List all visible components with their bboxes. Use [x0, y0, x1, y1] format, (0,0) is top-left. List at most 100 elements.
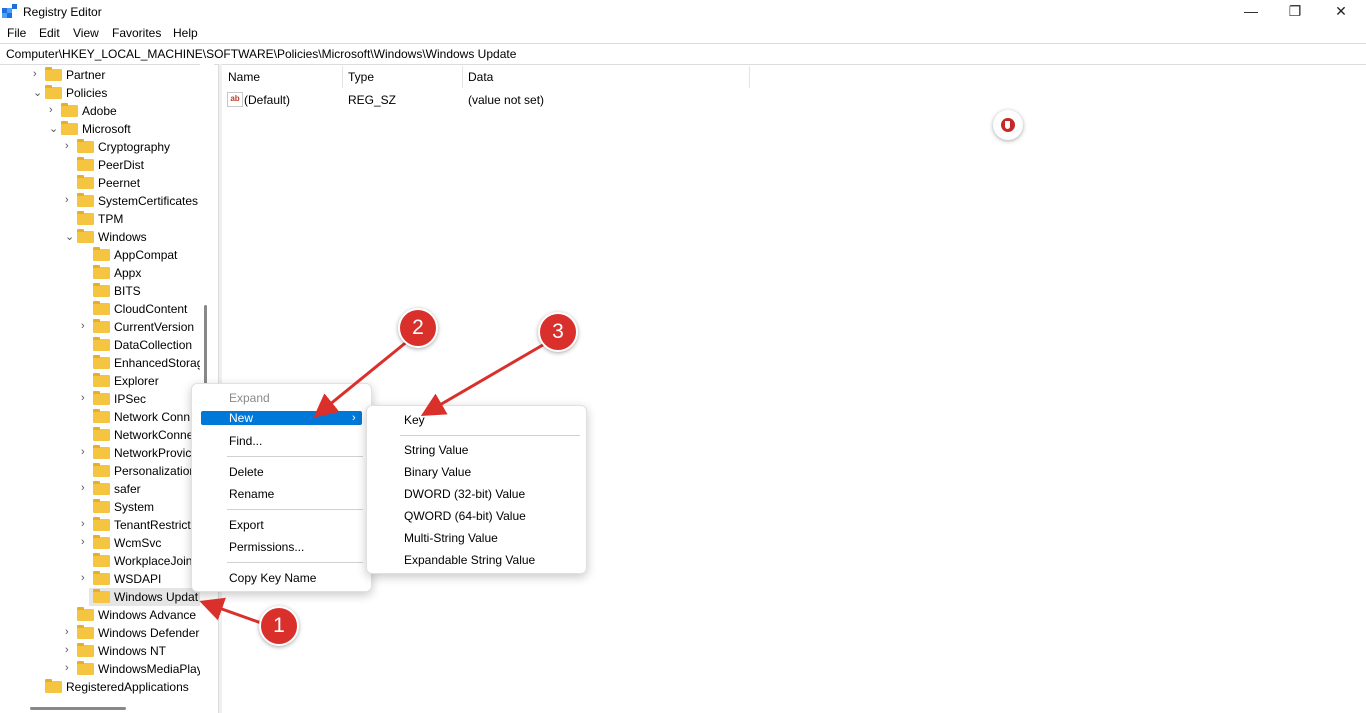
submenu-key[interactable]: Key [404, 412, 425, 428]
menu-view[interactable]: View [73, 26, 99, 40]
folder-icon [93, 481, 110, 495]
submenu-multi-string-value[interactable]: Multi-String Value [404, 530, 498, 546]
submenu-string-value[interactable]: String Value [404, 442, 468, 458]
submenu-dword-value[interactable]: DWORD (32-bit) Value [404, 486, 525, 502]
tree-item[interactable]: ⌄ Windows [0, 228, 202, 246]
tree-item[interactable]: PeerDist [0, 156, 202, 174]
chevron-right-icon[interactable]: › [81, 482, 91, 494]
column-header-name[interactable]: Name [228, 70, 260, 84]
tree-item[interactable]: System [0, 498, 202, 516]
tree-item[interactable]: ⌄ Policies [0, 84, 202, 102]
tree-item[interactable]: Network Conn [0, 408, 202, 426]
tree-item[interactable]: DataCollection [0, 336, 202, 354]
folder-icon [93, 373, 110, 387]
tree-item-label: Partner [66, 68, 106, 82]
menu-permissions[interactable]: Permissions... [229, 539, 304, 555]
tree-item[interactable]: › TenantRestricti [0, 516, 202, 534]
close-button[interactable]: ✕ [1318, 0, 1364, 24]
tree-item[interactable]: ⌄ Microsoft [0, 120, 202, 138]
tree-item[interactable]: › WSDAPI [0, 570, 202, 588]
chevron-down-icon[interactable]: ⌄ [49, 122, 59, 135]
tree-item[interactable]: › Partner [0, 66, 202, 84]
shield-badge-icon[interactable] [993, 110, 1023, 140]
tree-item[interactable]: › NetworkProvic [0, 444, 202, 462]
chevron-right-icon[interactable]: › [65, 644, 75, 656]
menu-delete[interactable]: Delete [229, 464, 264, 480]
submenu-expandable-string-value[interactable]: Expandable String Value [404, 552, 535, 568]
chevron-right-icon[interactable]: › [65, 626, 75, 638]
chevron-right-icon[interactable]: › [65, 140, 75, 152]
tree-item[interactable]: TPM [0, 210, 202, 228]
chevron-right-icon[interactable]: › [81, 572, 91, 584]
tree-item[interactable]: CloudContent [0, 300, 202, 318]
column-header-type[interactable]: Type [348, 70, 374, 84]
menu-edit[interactable]: Edit [39, 26, 60, 40]
tree-item[interactable]: WorkplaceJoin [0, 552, 202, 570]
menu-file[interactable]: File [7, 26, 26, 40]
chevron-right-icon[interactable]: › [81, 446, 91, 458]
tree-item[interactable]: Personalization [0, 462, 202, 480]
column-divider[interactable] [462, 66, 463, 88]
tree-item[interactable]: › IPSec [0, 390, 202, 408]
tree-item[interactable]: AppCompat [0, 246, 202, 264]
tree-item[interactable]: › SystemCertificates [0, 192, 202, 210]
address-bar[interactable]: Computer\HKEY_LOCAL_MACHINE\SOFTWARE\Pol… [0, 43, 1366, 65]
menu-favorites[interactable]: Favorites [112, 26, 161, 40]
tree-item[interactable]: EnhancedStorag [0, 354, 203, 372]
step-marker-3: 3 [538, 312, 578, 352]
tree-item[interactable]: › Windows NT [0, 642, 202, 660]
tree-item[interactable]: NetworkConne [0, 426, 202, 444]
folder-icon [93, 265, 110, 279]
chevron-down-icon[interactable]: ⌄ [33, 86, 43, 99]
chevron-right-icon[interactable]: › [81, 320, 91, 332]
column-divider[interactable] [342, 66, 343, 88]
tree-item[interactable]: BITS [0, 282, 202, 300]
menu-find[interactable]: Find... [229, 433, 262, 449]
maximize-button[interactable]: ❐ [1272, 0, 1318, 24]
menu-new[interactable]: New [229, 410, 253, 426]
menu-export[interactable]: Export [229, 517, 264, 533]
chevron-right-icon[interactable]: › [81, 518, 91, 530]
address-path[interactable]: Computer\HKEY_LOCAL_MACHINE\SOFTWARE\Pol… [6, 47, 516, 61]
registry-tree[interactable]: › Partner ⌄ Policies › Adobe ⌄ Microsoft › Crypto… [0, 64, 216, 713]
menu-rename[interactable]: Rename [229, 486, 274, 502]
menu-copy-key-name[interactable]: Copy Key Name [229, 570, 316, 586]
tree-item[interactable]: Appx [0, 264, 202, 282]
folder-icon [77, 157, 94, 171]
tree-item[interactable]: Windows Advance [0, 606, 202, 624]
menu-separator [227, 456, 363, 457]
tree-scroll-thumb[interactable] [204, 305, 207, 395]
tree-item[interactable]: Peernet [0, 174, 202, 192]
submenu-qword-value[interactable]: QWORD (64-bit) Value [404, 508, 526, 524]
submenu-binary-value[interactable]: Binary Value [404, 464, 471, 480]
column-divider[interactable] [749, 66, 750, 88]
tree-item[interactable]: › safer [0, 480, 202, 498]
chevron-down-icon[interactable]: ⌄ [65, 230, 75, 243]
string-value-icon: ab [227, 92, 243, 107]
folder-icon [93, 409, 110, 423]
tree-item[interactable]: Windows Updat [89, 588, 202, 606]
menu-expand[interactable]: Expand [229, 390, 270, 406]
chevron-right-icon[interactable]: › [81, 536, 91, 548]
minimize-button[interactable]: — [1228, 0, 1274, 24]
chevron-right-icon[interactable]: › [65, 662, 75, 674]
tree-item-label: BITS [114, 284, 141, 298]
tree-item[interactable]: › WcmSvc [0, 534, 202, 552]
tree-item[interactable]: › Windows Defender [0, 624, 202, 642]
chevron-right-icon[interactable]: › [33, 68, 43, 80]
tree-horizontal-scroll-thumb[interactable] [30, 707, 126, 710]
tree-item-label: NetworkProvic [114, 446, 192, 460]
menu-help[interactable]: Help [173, 26, 198, 40]
tree-item[interactable]: › Cryptography [0, 138, 202, 156]
chevron-right-icon[interactable]: › [65, 194, 75, 206]
values-list[interactable]: Name Type Data ab (Default) REG_SZ (valu… [222, 64, 1366, 713]
tree-item[interactable]: › CurrentVersion [0, 318, 202, 336]
column-header-data[interactable]: Data [468, 70, 493, 84]
tree-item[interactable]: › Adobe [0, 102, 202, 120]
chevron-right-icon[interactable]: › [81, 392, 91, 404]
tree-item[interactable]: RegisteredApplications [0, 678, 202, 696]
tree-item[interactable]: › WindowsMediaPlay [0, 660, 203, 678]
tree-item[interactable]: Explorer [0, 372, 202, 390]
tree-item-label: TenantRestricti [114, 518, 194, 532]
chevron-right-icon[interactable]: › [49, 104, 59, 116]
